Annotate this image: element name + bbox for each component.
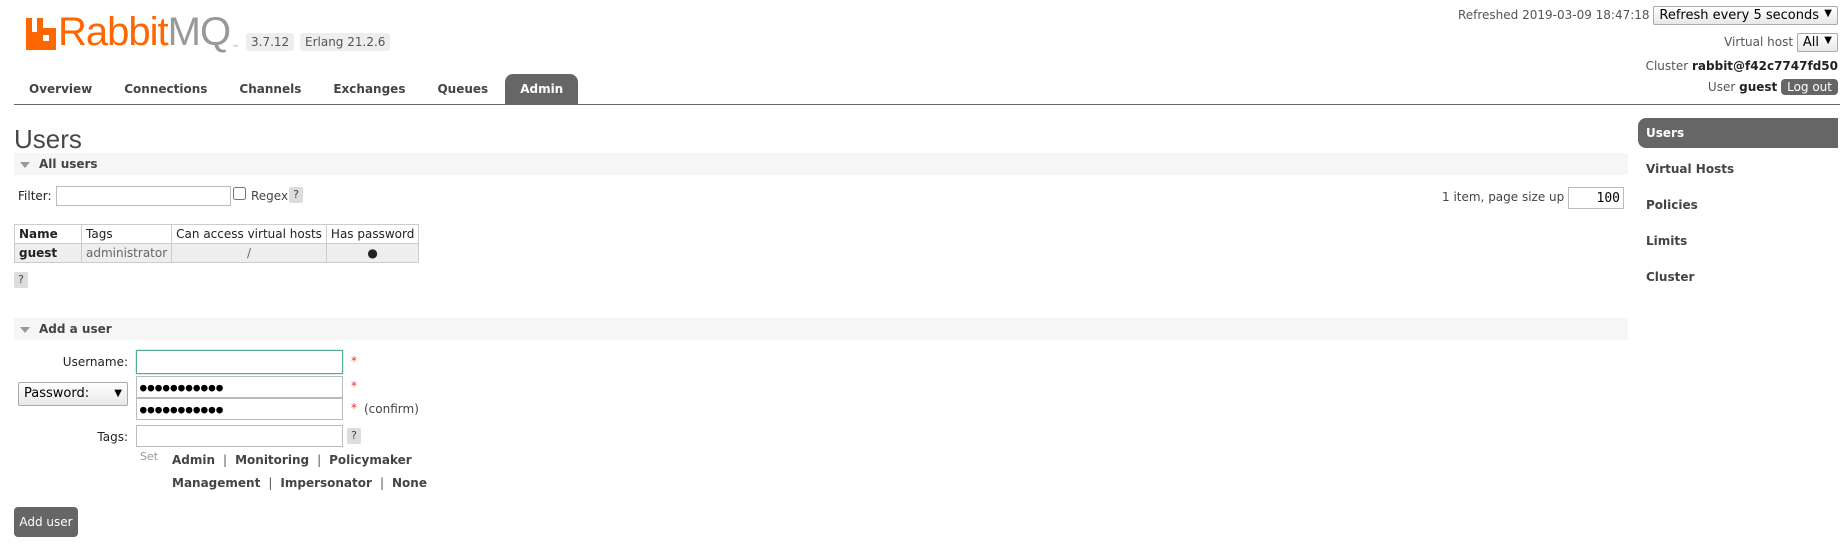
password-input[interactable] (136, 376, 343, 398)
tag-option-monitoring[interactable]: Monitoring (235, 453, 309, 467)
tab-overview[interactable]: Overview (14, 74, 107, 104)
user-tags-cell: administrator (80, 243, 173, 263)
sidebar-item-limits[interactable]: Limits (1638, 226, 1838, 256)
table-row[interactable]: guest administrator / ● (14, 243, 420, 263)
user-label: User (1707, 80, 1736, 94)
add-user-heading: Add a user (39, 322, 112, 336)
tab-queues[interactable]: Queues (422, 74, 503, 104)
all-users-section-header[interactable]: All users (14, 153, 1628, 175)
tag-options-row-2: Management | Impersonator | None (172, 476, 427, 490)
rabbitmq-logo-icon (26, 18, 56, 50)
user-name: guest (1739, 80, 1778, 94)
logo-text: RabbitMQ (58, 10, 231, 54)
confirm-label: (confirm) (364, 402, 419, 416)
sidebar-item-policies[interactable]: Policies (1638, 190, 1838, 220)
tabs-divider (14, 104, 1840, 105)
password-type-select[interactable]: Password: ▼ (18, 382, 128, 406)
collapse-triangle-icon (20, 161, 30, 168)
refresh-interval-select[interactable]: Refresh every 5 seconds ▼ (1653, 6, 1838, 25)
vhost-select[interactable]: All ▼ (1796, 33, 1838, 52)
column-header-tags: Tags (80, 224, 173, 244)
password-required-marker: * (351, 379, 357, 393)
rabbitmq-logo[interactable]: RabbitMQ ™ (26, 10, 240, 54)
add-user-button[interactable]: Add user (14, 507, 78, 537)
table-help-button[interactable]: ? (14, 272, 28, 288)
cluster-label: Cluster (1645, 59, 1689, 73)
rabbitmq-version-badge: 3.7.12 (246, 33, 295, 51)
tag-option-management[interactable]: Management (172, 476, 260, 490)
user-info: User guest Log out (1708, 79, 1838, 95)
main-tabs: Overview Connections Channels Exchanges … (14, 74, 580, 104)
page-size-input[interactable] (1568, 187, 1624, 209)
refresh-bar: Refreshed 2019-03-09 18:47:18 Refresh ev… (1458, 6, 1838, 25)
password-confirm-input[interactable] (136, 398, 343, 420)
column-header-vhosts: Can access virtual hosts (171, 224, 327, 244)
user-has-password-cell: ● (325, 243, 420, 263)
sidebar-item-virtual-hosts[interactable]: Virtual Hosts (1638, 154, 1838, 184)
add-user-section-header[interactable]: Add a user (14, 318, 1628, 340)
tag-options-row-1: Admin | Monitoring | Policymaker (172, 453, 412, 467)
tab-connections[interactable]: Connections (109, 74, 222, 104)
chevron-down-icon: ▼ (1824, 8, 1832, 19)
username-required-marker: * (351, 354, 357, 368)
tab-exchanges[interactable]: Exchanges (318, 74, 420, 104)
user-vhosts-cell: / (171, 243, 327, 263)
tags-help-button[interactable]: ? (347, 428, 361, 444)
logo-trademark: ™ (232, 44, 240, 52)
regex-checkbox[interactable] (233, 187, 246, 200)
column-header-name: Name (14, 224, 82, 244)
tags-label: Tags: (97, 430, 128, 444)
sidebar-item-users[interactable]: Users (1638, 118, 1838, 148)
filter-input[interactable] (56, 186, 231, 206)
username-label: Username: (62, 355, 128, 369)
page-title: Users (14, 124, 82, 154)
column-header-has-password: Has password (325, 224, 420, 244)
tag-option-impersonator[interactable]: Impersonator (280, 476, 372, 490)
cluster-info: Cluster rabbit@f42c7747fd50 (1646, 59, 1838, 73)
user-name-cell[interactable]: guest (14, 243, 82, 263)
tags-input[interactable] (136, 425, 343, 447)
sidebar-item-cluster[interactable]: Cluster (1638, 262, 1838, 292)
separator: | (268, 476, 273, 490)
username-input[interactable] (136, 350, 343, 374)
refreshed-timestamp: Refreshed 2019-03-09 18:47:18 (1457, 8, 1650, 22)
table-header-row: Name Tags Can access virtual hosts Has p… (14, 224, 420, 244)
all-users-heading: All users (39, 157, 98, 171)
regex-label: Regex (251, 189, 289, 203)
tab-admin[interactable]: Admin (505, 74, 579, 104)
pagination-info: 1 item, page size up to (1442, 190, 1581, 204)
separator: | (317, 453, 322, 467)
tag-option-admin[interactable]: Admin (172, 453, 215, 467)
tab-channels[interactable]: Channels (224, 74, 316, 104)
vhost-label: Virtual host (1724, 35, 1794, 49)
erlang-version-badge: Erlang 21.2.6 (300, 33, 391, 51)
tag-option-none[interactable]: None (392, 476, 427, 490)
collapse-triangle-icon (20, 326, 30, 333)
separator: | (223, 453, 228, 467)
tag-option-policymaker[interactable]: Policymaker (329, 453, 412, 467)
filter-help-button[interactable]: ? (289, 187, 303, 203)
cluster-name: rabbit@f42c7747fd50 (1692, 59, 1838, 73)
chevron-down-icon: ▼ (114, 388, 122, 399)
filter-label: Filter: (18, 189, 52, 203)
confirm-required-marker: * (351, 401, 357, 415)
chevron-down-icon: ▼ (1824, 35, 1832, 46)
set-tags-label: Set (140, 450, 159, 463)
vhost-bar: Virtual host All ▼ (1724, 33, 1838, 52)
users-table: Name Tags Can access virtual hosts Has p… (14, 224, 420, 263)
separator: | (379, 476, 384, 490)
logout-button[interactable]: Log out (1781, 79, 1838, 95)
